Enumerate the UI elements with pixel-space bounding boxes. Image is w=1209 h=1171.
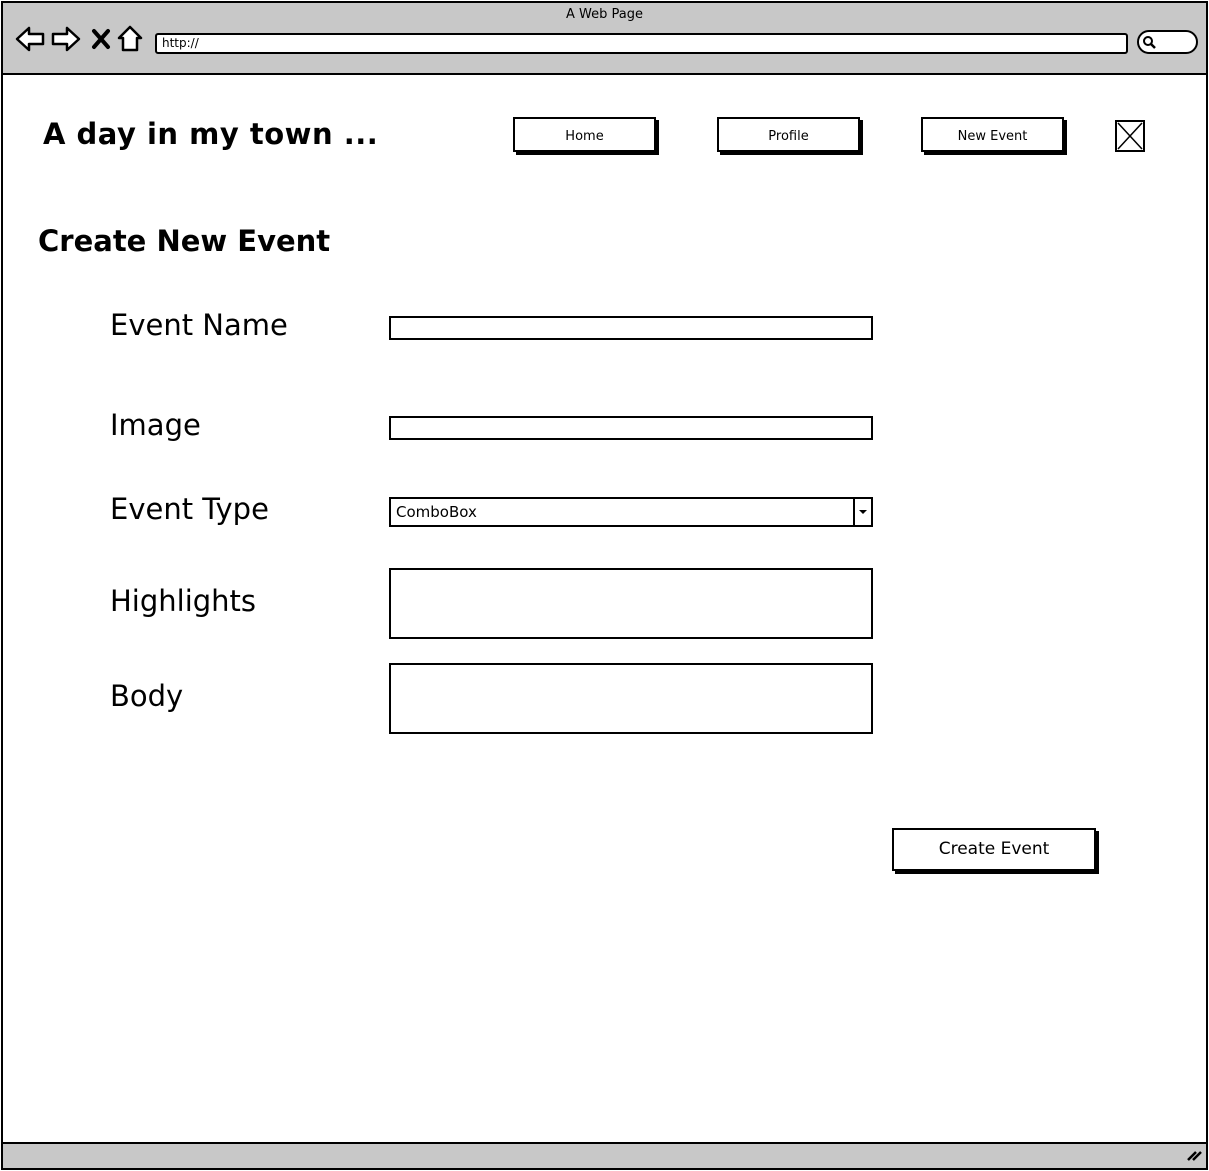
body-textarea[interactable] [389,663,873,734]
status-bar [3,1142,1206,1168]
event-name-input[interactable] [389,316,873,340]
event-name-label: Event Name [110,308,288,342]
forward-arrow-icon[interactable] [51,25,81,53]
nav-profile-button[interactable]: Profile [717,117,860,152]
image-input[interactable] [389,416,873,440]
nav-home-button[interactable]: Home [513,117,656,152]
image-placeholder-icon [1115,120,1145,152]
search-icon [1143,36,1156,49]
highlights-label: Highlights [110,584,257,618]
stop-icon[interactable] [91,25,111,53]
browser-window: A Web Page http:// A day in my town ... … [1,1,1208,1170]
event-type-value: ComboBox [396,503,477,521]
image-label: Image [110,408,201,442]
browser-toolbar: A Web Page http:// [3,3,1206,75]
page-title: Create New Event [38,224,331,258]
chevron-down-icon[interactable] [853,499,871,525]
event-type-label: Event Type [110,492,269,526]
resize-grip-icon[interactable] [1186,1146,1202,1165]
site-brand: A day in my town ... [43,117,379,151]
browser-search-box[interactable] [1137,30,1198,54]
event-type-select[interactable]: ComboBox [389,497,873,527]
window-title: A Web Page [566,7,643,22]
body-label: Body [110,679,184,713]
home-icon[interactable] [117,25,143,53]
back-arrow-icon[interactable] [15,25,45,53]
url-input[interactable]: http:// [155,33,1128,54]
highlights-textarea[interactable] [389,568,873,639]
create-event-button[interactable]: Create Event [892,828,1096,871]
nav-new-event-button[interactable]: New Event [921,117,1064,152]
